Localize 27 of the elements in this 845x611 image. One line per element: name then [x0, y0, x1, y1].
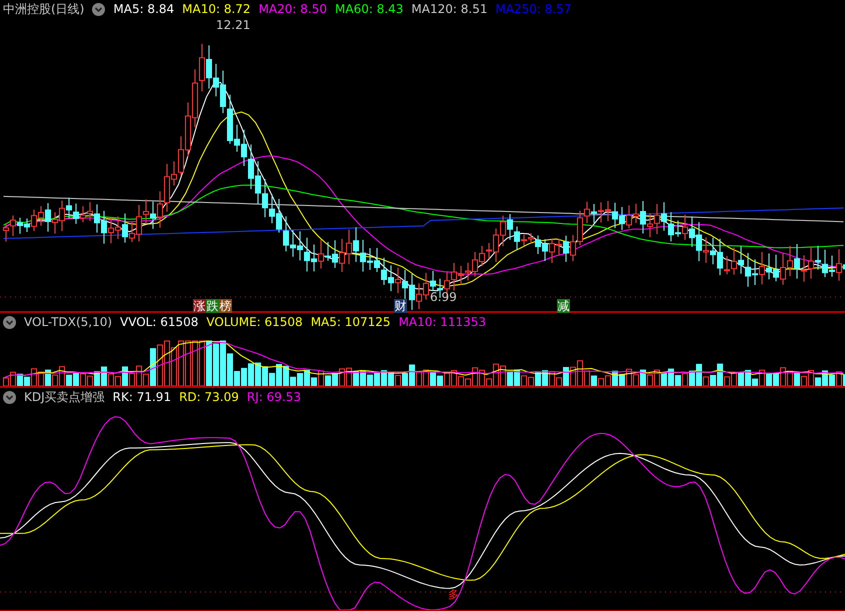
high-price-label: 12.21 [216, 18, 250, 32]
indicator-value: RD: 73.09 [179, 390, 239, 404]
indicator-value: MA10: 111353 [398, 315, 486, 329]
indicator-value: MA250: 8.57 [495, 2, 572, 16]
event-marker[interactable]: 榜 [219, 299, 232, 313]
low-price-label: 6.99 [430, 290, 457, 304]
indicator-value: MA5: 107125 [310, 315, 391, 329]
indicator-name: VOL-TDX(5,10) [24, 315, 112, 329]
indicator-value: MA120: 8.51 [411, 2, 488, 16]
indicator-name: KDJ买卖点增强 [24, 388, 105, 406]
indicator-value: MA10: 8.72 [182, 2, 251, 16]
dropdown-icon[interactable] [3, 316, 16, 328]
indicator-value: RK: 71.91 [112, 390, 172, 404]
indicator-value: MA60: 8.43 [335, 2, 404, 16]
indicator-value: VOLUME: 61508 [206, 315, 303, 329]
event-marker[interactable]: 涨 [193, 299, 206, 313]
indicator-value: MA5: 8.84 [113, 2, 174, 16]
event-marker[interactable]: 减 [557, 299, 570, 313]
dropdown-icon[interactable] [92, 2, 106, 16]
buy-signal-label: 多 [448, 587, 459, 602]
chart-title: 中洲控股(日线) [3, 0, 84, 18]
indicator-value: RJ: 69.53 [246, 390, 301, 404]
event-marker[interactable]: 跌 [206, 299, 219, 313]
indicator-value: MA20: 8.50 [258, 2, 327, 16]
dropdown-icon[interactable] [3, 390, 16, 404]
indicator-value: VVOL: 61508 [120, 315, 198, 329]
event-marker[interactable]: 财 [394, 299, 407, 313]
